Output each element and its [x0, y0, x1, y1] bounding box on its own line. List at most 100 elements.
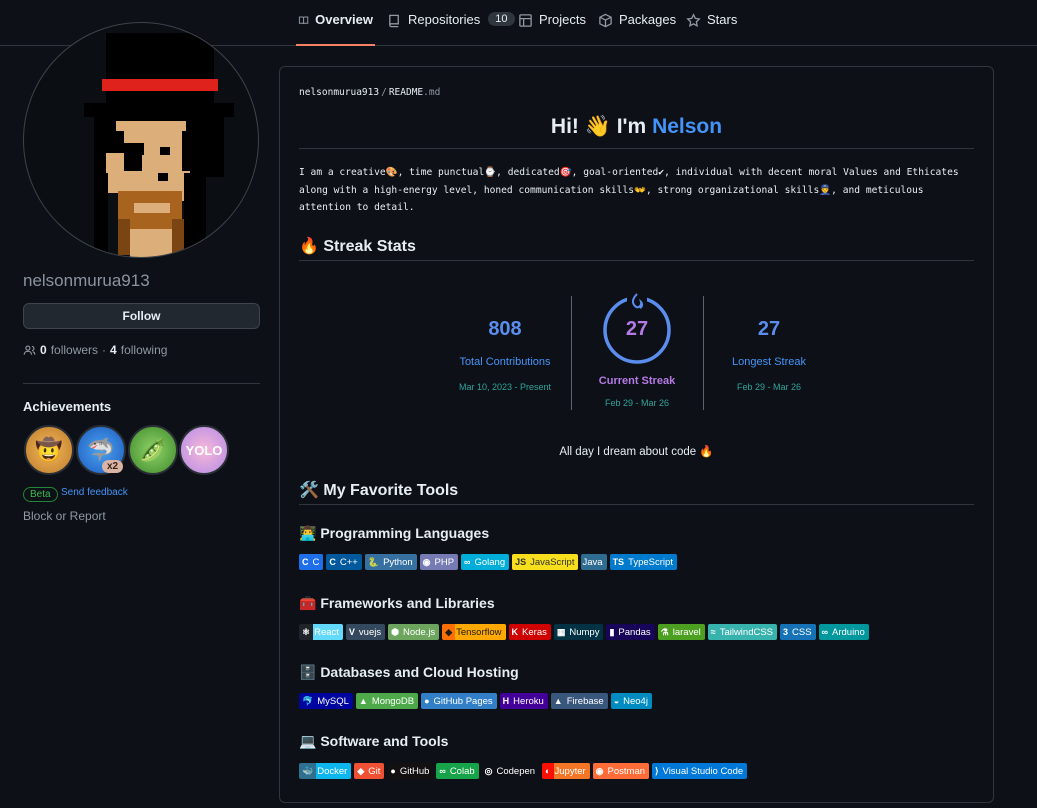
tech-logo-icon: 🐳 — [302, 765, 314, 776]
following-label[interactable]: following — [121, 343, 168, 357]
follow-button[interactable]: Follow — [23, 303, 260, 329]
tech-badge-label: Java — [582, 556, 603, 568]
tech-badge[interactable]: ⟩ Visual Studio Code — [652, 763, 748, 779]
tech-badge[interactable]: JS JavaScript — [512, 554, 579, 570]
tab-stars[interactable]: Stars — [684, 12, 739, 46]
cowboy-icon: 🤠 — [35, 437, 63, 462]
tech-badge-label: TailwindCSS — [719, 626, 774, 638]
tech-badge[interactable]: TS TypeScript — [609, 554, 677, 570]
profile-username: nelsonmurua913 — [23, 271, 150, 290]
favorite-tools-heading: 🛠️ My Favorite Tools — [299, 482, 459, 499]
tab-packages[interactable]: Packages — [596, 12, 678, 46]
tech-badge[interactable]: K Keras — [508, 624, 551, 640]
tech-badge[interactable]: ∞ Arduino — [818, 624, 869, 640]
tech-badge[interactable]: CC — [299, 554, 324, 570]
tech-badge[interactable]: ◎ Codepen — [481, 763, 540, 779]
package-icon — [599, 13, 612, 28]
tech-badge-label: TypeScript — [628, 556, 673, 568]
table-icon — [519, 14, 532, 27]
greeting-name: Nelson — [652, 115, 723, 138]
tech-badge[interactable]: ⚛ React — [299, 624, 343, 640]
total-contributions-label: Total Contributions — [459, 356, 551, 368]
avatar[interactable] — [23, 22, 259, 258]
following-count[interactable]: 4 — [110, 343, 117, 357]
tech-badge[interactable]: ◒ Neo4j — [610, 693, 652, 709]
tech-logo-icon: TS — [612, 557, 625, 567]
tech-badge-label: Node.js — [402, 626, 436, 638]
tech-badge[interactable]: ◆ Git — [354, 763, 385, 779]
heading-rule — [299, 260, 974, 261]
tab-overview[interactable]: Overview — [296, 12, 375, 46]
readme-path-user[interactable]: nelsonmurua913 — [299, 87, 379, 98]
tech-badge[interactable]: ▮ Pandas — [606, 624, 655, 640]
tech-logo-icon: ⬢ — [391, 626, 399, 637]
tech-logo-icon: ∞ — [821, 627, 828, 637]
tech-badge-label: Visual Studio Code — [662, 765, 744, 777]
tech-badge-label: PHP — [434, 556, 455, 568]
section-heading-databases: 🗄️ Databases and Cloud Hosting — [299, 664, 519, 680]
achievement-badge-yolo[interactable]: YOLO — [179, 425, 229, 475]
tech-badge[interactable]: 🐬 MySQL — [299, 693, 353, 709]
followers-label[interactable]: followers — [51, 343, 98, 357]
send-feedback-link[interactable]: Send feedback — [61, 487, 128, 498]
achievement-badge-pair[interactable]: 🫛 — [128, 425, 178, 475]
tech-badge[interactable]: C C++ — [326, 554, 362, 570]
tech-badge[interactable]: 3 CSS — [780, 624, 816, 640]
readme-path: nelsonmurua913/README.md — [299, 87, 440, 98]
repo-icon — [389, 14, 399, 28]
tech-badge[interactable]: ∞ Golang — [461, 554, 510, 570]
tech-logo-icon: ∞ — [439, 766, 446, 776]
greeting-prefix: Hi! 👋 I'm — [550, 115, 647, 138]
sidebar-divider — [23, 383, 260, 384]
total-contributions-value: 808 — [488, 318, 522, 340]
tech-badge-label: JavaScript — [530, 556, 575, 568]
tech-badge[interactable]: ◆ Tensorflow — [442, 624, 506, 640]
tech-badge[interactable]: 🐳 Docker — [299, 763, 352, 779]
tech-badge-label: Arduino — [832, 626, 865, 638]
tab-repositories[interactable]: Repositories 10 — [385, 12, 517, 46]
tech-badge[interactable]: ◐ Jupyter — [542, 763, 590, 779]
tech-badge[interactable]: H Heroku — [499, 693, 548, 709]
section-heading-software: 💻 Software and Tools — [299, 733, 449, 749]
current-streak-range: Feb 29 - Mar 26 — [604, 398, 670, 408]
tech-logo-icon: ◒ — [613, 696, 620, 706]
tech-badge-label: Keras — [522, 626, 547, 638]
pixel-avatar-image — [84, 33, 234, 257]
tech-logo-icon: ▮ — [609, 626, 615, 637]
tech-badge-label: Heroku — [513, 695, 544, 707]
achievement-badge-cowboy[interactable]: 🤠 — [24, 425, 74, 475]
tech-badge[interactable]: ⬢ Node.js — [388, 624, 440, 640]
tech-logo-icon: ∞ — [464, 557, 471, 567]
tech-badge-label: Docker — [316, 763, 352, 779]
tech-badge[interactable]: ▲ Firebase — [550, 693, 608, 709]
readme-path-ext: .md — [423, 87, 441, 98]
tech-badge[interactable]: ● GitHub Pages — [421, 693, 497, 709]
tech-badge-label: Git — [368, 765, 381, 777]
tech-badge[interactable]: Vvuejs — [345, 624, 386, 640]
tech-badge[interactable]: 🐍 Python — [364, 554, 417, 570]
tech-badge[interactable]: ◉ Postman — [592, 763, 650, 779]
tech-logo-icon: ▲ — [553, 696, 563, 706]
tech-logo-icon: ⚗ — [660, 626, 669, 637]
section-heading-frameworks: 🧰 Frameworks and Libraries — [299, 595, 495, 611]
tech-badge[interactable]: ⚗ laravel — [657, 624, 705, 640]
tech-badge-label: Firebase — [566, 695, 604, 707]
followers-count[interactable]: 0 — [40, 343, 47, 357]
tech-logo-icon: ▲ — [358, 696, 368, 706]
tech-badge-label: Tensorflow — [455, 624, 506, 640]
heading-rule — [299, 504, 974, 505]
tab-projects[interactable]: Projects — [516, 12, 588, 46]
longest-streak-range: Feb 29 - Mar 26 — [736, 382, 802, 392]
tech-badge[interactable]: ● GitHub — [387, 763, 434, 779]
tech-badge[interactable]: ◉ PHP — [419, 554, 459, 570]
tech-logo-icon: C — [329, 557, 336, 567]
tech-badge[interactable]: ▲ MongoDB — [355, 693, 419, 709]
tech-logo-icon: ◐ — [545, 766, 551, 776]
tech-badge[interactable]: ▦ Numpy — [553, 624, 604, 640]
block-or-report-link[interactable]: Block or Report — [23, 509, 106, 523]
readme-path-file[interactable]: README — [389, 87, 423, 98]
tech-badge[interactable]: Java — [581, 554, 607, 570]
tech-badge[interactable]: ∞ Colab — [436, 763, 479, 779]
tech-logo-icon: ● — [390, 766, 396, 776]
tech-badge[interactable]: ≈ TailwindCSS — [707, 624, 778, 640]
